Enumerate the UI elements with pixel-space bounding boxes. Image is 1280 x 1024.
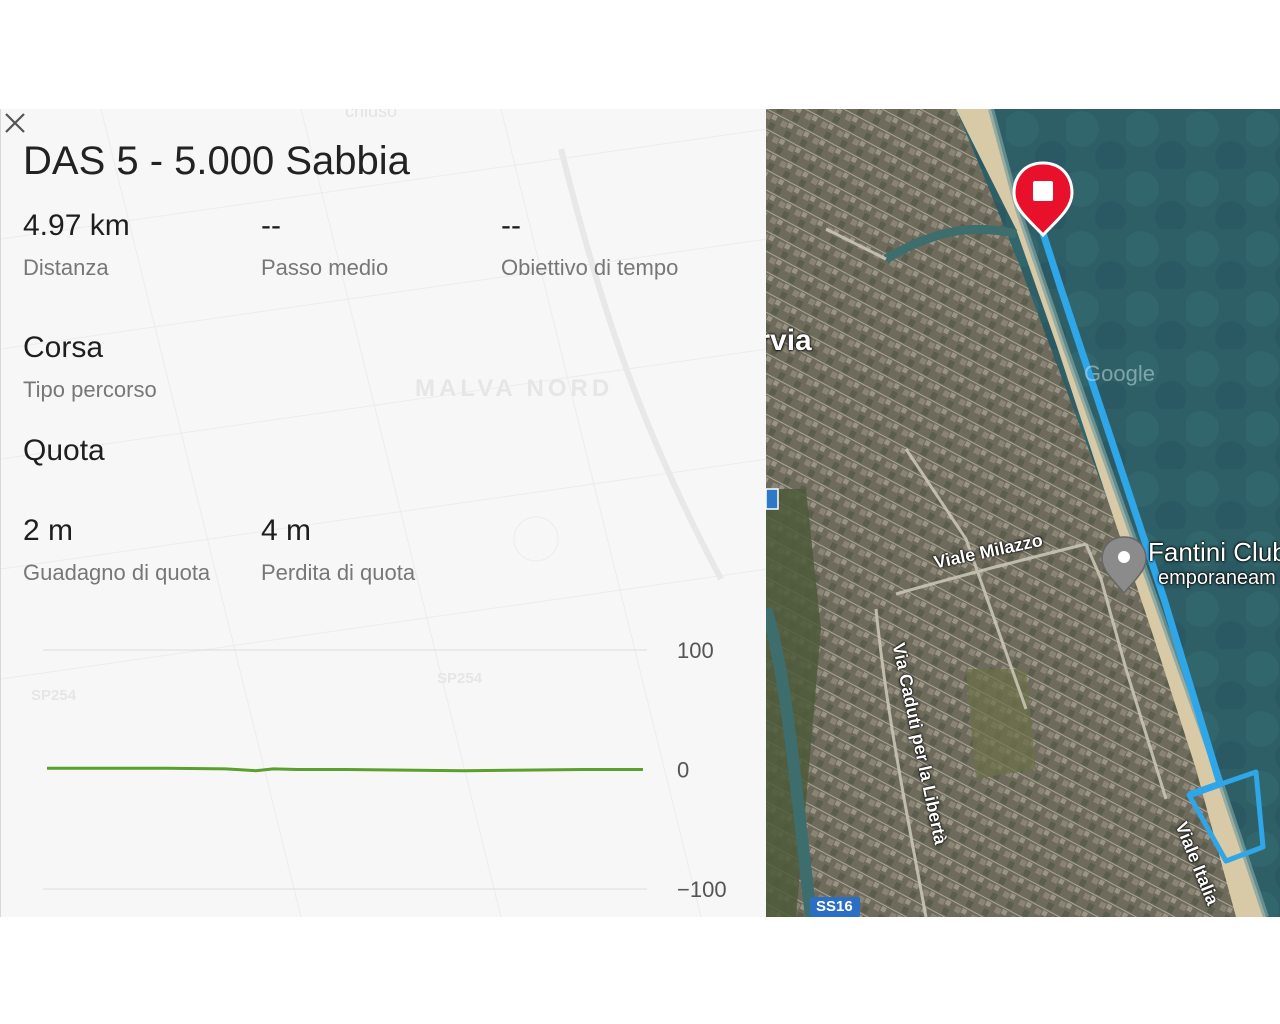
map-poi-label[interactable]: Fantini Club	[1148, 537, 1280, 568]
satellite-map[interactable]: Cervia Google Viale Milazzo Via Caduti p…	[766, 109, 1280, 917]
distance-label: Distanza	[23, 255, 109, 280]
map-watermark: Google	[1084, 361, 1155, 386]
elevation-loss-label: Perdita di quota	[261, 560, 416, 585]
bg-label-top: chiuso	[345, 109, 398, 121]
route-type-label: Tipo percorso	[23, 377, 157, 402]
elevation-gain-value: 2 m	[23, 514, 74, 547]
map-label-city: Cervia	[766, 324, 812, 357]
route-title: DAS 5 - 5.000 Sabbia	[23, 139, 410, 183]
route-detail-view: chiuso MALVA NORD SP254 SP254 DAS 5 - 5.…	[0, 109, 1280, 917]
elevation-heading: Quota	[23, 434, 105, 467]
chart-y-tick-label: −100	[677, 877, 727, 902]
bg-label-town: MALVA NORD	[415, 375, 614, 402]
elevation-loss-value: 4 m	[261, 514, 312, 547]
time-goal-label: Obiettivo di tempo	[501, 255, 679, 280]
chart-y-tick-label: 100	[677, 638, 714, 663]
road-badge-label: SS16	[816, 898, 853, 915]
pace-label: Passo medio	[261, 255, 389, 280]
map-imagery	[766, 109, 1280, 917]
elevation-line	[47, 766, 643, 773]
time-goal-value: --	[501, 209, 521, 242]
elevation-chart: 100 0 −100	[43, 638, 727, 902]
pace-value: --	[261, 209, 281, 242]
elevation-gain-label: Guadagno di quota	[23, 560, 211, 585]
chart-y-tick-label: 0	[677, 758, 689, 783]
route-info-panel: chiuso MALVA NORD SP254 SP254 DAS 5 - 5.…	[0, 109, 766, 917]
route-type-value: Corsa	[23, 331, 104, 364]
map-poi-sublabel: emporaneam	[1158, 567, 1276, 589]
distance-value: 4.97 km	[23, 209, 130, 242]
